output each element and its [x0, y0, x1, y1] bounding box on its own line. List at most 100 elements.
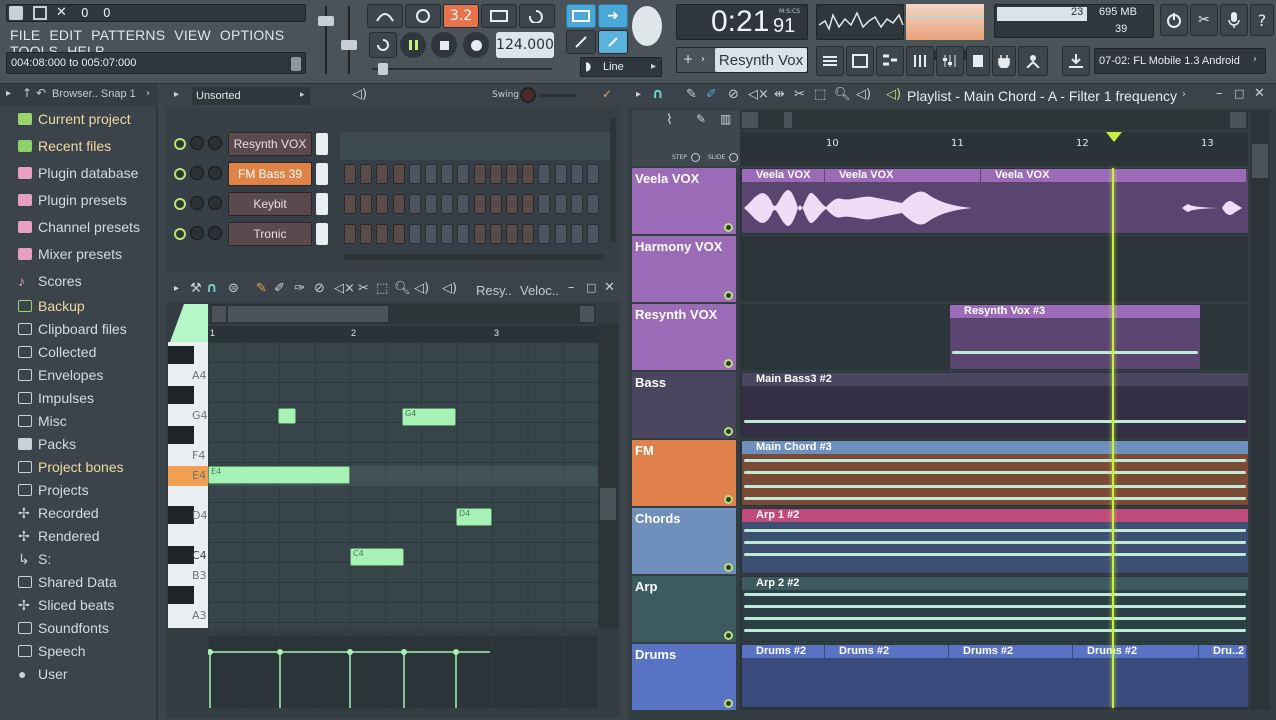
- step-button[interactable]: [360, 164, 373, 184]
- piano-icon[interactable]: ▥: [720, 112, 731, 126]
- channel-row[interactable]: Resynth VOX: [166, 131, 620, 157]
- magnet-icon[interactable]: ∩: [206, 280, 217, 296]
- black-key[interactable]: [168, 426, 194, 444]
- step-button[interactable]: [344, 224, 356, 244]
- step-button[interactable]: [408, 194, 421, 214]
- menu-view[interactable]: VIEW: [174, 27, 211, 43]
- slice-icon[interactable]: ✂: [358, 281, 369, 296]
- browser-item-channel-presets[interactable]: Channel presets: [18, 216, 140, 238]
- playback-icon[interactable]: ◁): [856, 87, 871, 102]
- note-e4[interactable]: E4: [208, 466, 350, 484]
- pattern-number-display[interactable]: 3.2: [443, 4, 479, 28]
- browser-item-backup[interactable]: Backup: [18, 295, 85, 317]
- pause-button[interactable]: [400, 32, 426, 58]
- browser-item-user[interactable]: ● User: [18, 663, 68, 685]
- lane-harmony-vox[interactable]: [740, 236, 1248, 302]
- step-button[interactable]: [506, 224, 518, 244]
- step-button[interactable]: [441, 194, 454, 214]
- speaker-icon[interactable]: ◁): [442, 281, 457, 296]
- pan-knob[interactable]: [190, 136, 204, 150]
- step-toggle[interactable]: [691, 153, 700, 162]
- volume-knob[interactable]: [208, 166, 222, 180]
- browser-item-packs[interactable]: Packs: [18, 433, 76, 455]
- chevron-right-icon[interactable]: ▸: [174, 283, 179, 294]
- black-key[interactable]: [168, 386, 194, 404]
- step-button[interactable]: [376, 224, 389, 244]
- step-button[interactable]: [570, 224, 583, 244]
- track-enable-led[interactable]: [724, 563, 733, 572]
- power-icon[interactable]: [1160, 4, 1188, 36]
- lane-chords[interactable]: Arp 1 #2: [740, 508, 1248, 574]
- velocity-lane[interactable]: [208, 636, 598, 708]
- piano-roll-vscrollbar[interactable]: [598, 324, 618, 628]
- step-button[interactable]: [554, 194, 567, 214]
- browser-item-shared-data[interactable]: Shared Data: [18, 571, 117, 593]
- channel-led[interactable]: [174, 198, 186, 210]
- browser-item-recent-files[interactable]: Recent files: [18, 135, 111, 157]
- step-button[interactable]: [587, 164, 599, 184]
- step-button[interactable]: [587, 224, 599, 244]
- step-button[interactable]: [489, 194, 502, 214]
- stop-button[interactable]: [431, 32, 457, 58]
- typing-keyboard-icon[interactable]: [632, 6, 662, 46]
- draw-icon[interactable]: ✎: [696, 112, 706, 126]
- scroll-right-icon[interactable]: [1230, 112, 1246, 128]
- playhead-marker[interactable]: [1106, 132, 1122, 144]
- record-button[interactable]: [463, 32, 489, 58]
- metronome-icon[interactable]: [367, 4, 403, 28]
- scroll-thumb[interactable]: [228, 306, 388, 322]
- zoom-icon[interactable]: 🔍︎: [834, 87, 851, 102]
- scroll-thumb[interactable]: [600, 488, 616, 520]
- news-panel[interactable]: 07-02: FL Mobile 1.3 Android ›: [1094, 48, 1266, 74]
- step-button[interactable]: [570, 194, 583, 214]
- step-button[interactable]: [457, 224, 470, 244]
- pattern-clip[interactable]: Arp 2 #2: [742, 577, 1248, 641]
- automation-icon[interactable]: ⌇: [666, 112, 673, 128]
- group-filter-select[interactable]: Unsorted ▸: [192, 87, 310, 105]
- step-button[interactable]: [489, 224, 502, 244]
- play-icon[interactable]: ⊜: [228, 281, 239, 296]
- swing-slider[interactable]: [540, 94, 576, 97]
- browser-item-misc[interactable]: Misc: [18, 410, 67, 432]
- browser-item-project-bones[interactable]: Project bones: [18, 456, 124, 478]
- browser-item-recorded[interactable]: ✢ Recorded: [18, 502, 99, 524]
- channel-led[interactable]: [174, 168, 186, 180]
- step-button[interactable]: [392, 194, 405, 214]
- track-enable-led[interactable]: [724, 495, 733, 504]
- paint-icon[interactable]: ✐: [706, 87, 717, 102]
- browser-item-mixer-presets[interactable]: Mixer presets: [18, 243, 122, 265]
- lane-arp[interactable]: Arp 2 #2: [740, 576, 1248, 642]
- speaker-icon[interactable]: ◁): [886, 87, 901, 102]
- step-button[interactable]: [554, 224, 567, 244]
- step-button[interactable]: [360, 224, 373, 244]
- lane-resynth-vox[interactable]: Resynth Vox #3: [740, 304, 1248, 370]
- pan-knob[interactable]: [190, 196, 204, 210]
- track-resynth-vox[interactable]: Resynth VOX: [632, 304, 736, 370]
- note[interactable]: [278, 408, 296, 424]
- browser-item-envelopes[interactable]: Envelopes: [18, 364, 103, 386]
- channel-row[interactable]: FM Bass 39: [166, 161, 620, 187]
- blend-notes-icon[interactable]: [481, 4, 517, 28]
- master-pitch-knob[interactable]: [372, 63, 552, 75]
- step-button[interactable]: [344, 194, 356, 214]
- track-enable-led[interactable]: [724, 699, 733, 708]
- checkmark-icon[interactable]: ✓: [602, 87, 612, 101]
- step-button[interactable]: [441, 164, 454, 184]
- browser-item-scores[interactable]: ♪ Scores: [18, 270, 82, 292]
- chevron-right-icon[interactable]: ▸: [6, 88, 11, 99]
- delete-icon[interactable]: ⊘: [314, 281, 325, 296]
- minimize-icon[interactable]: –: [1216, 86, 1223, 101]
- lane-fm[interactable]: Main Chord #3: [740, 440, 1248, 506]
- step-button[interactable]: [344, 164, 356, 184]
- scroll-left-icon[interactable]: [742, 112, 758, 128]
- menu-patterns[interactable]: PATTERNS: [91, 27, 165, 43]
- audio-clip[interactable]: Veela VOX Veela VOX Veela VOX: [742, 169, 1248, 233]
- pattern-clip[interactable]: Resynth Vox #3: [950, 305, 1200, 369]
- volume-knob[interactable]: [208, 196, 222, 210]
- link-icon[interactable]: [598, 30, 628, 54]
- slide-toggle[interactable]: [729, 153, 738, 162]
- lane-veela-vox[interactable]: Veela VOX Veela VOX Veela VOX: [740, 168, 1248, 234]
- browser-item-sliced-beats[interactable]: ✢ Sliced beats: [18, 594, 114, 616]
- pan-knob[interactable]: [190, 166, 204, 180]
- step-button[interactable]: [538, 194, 551, 214]
